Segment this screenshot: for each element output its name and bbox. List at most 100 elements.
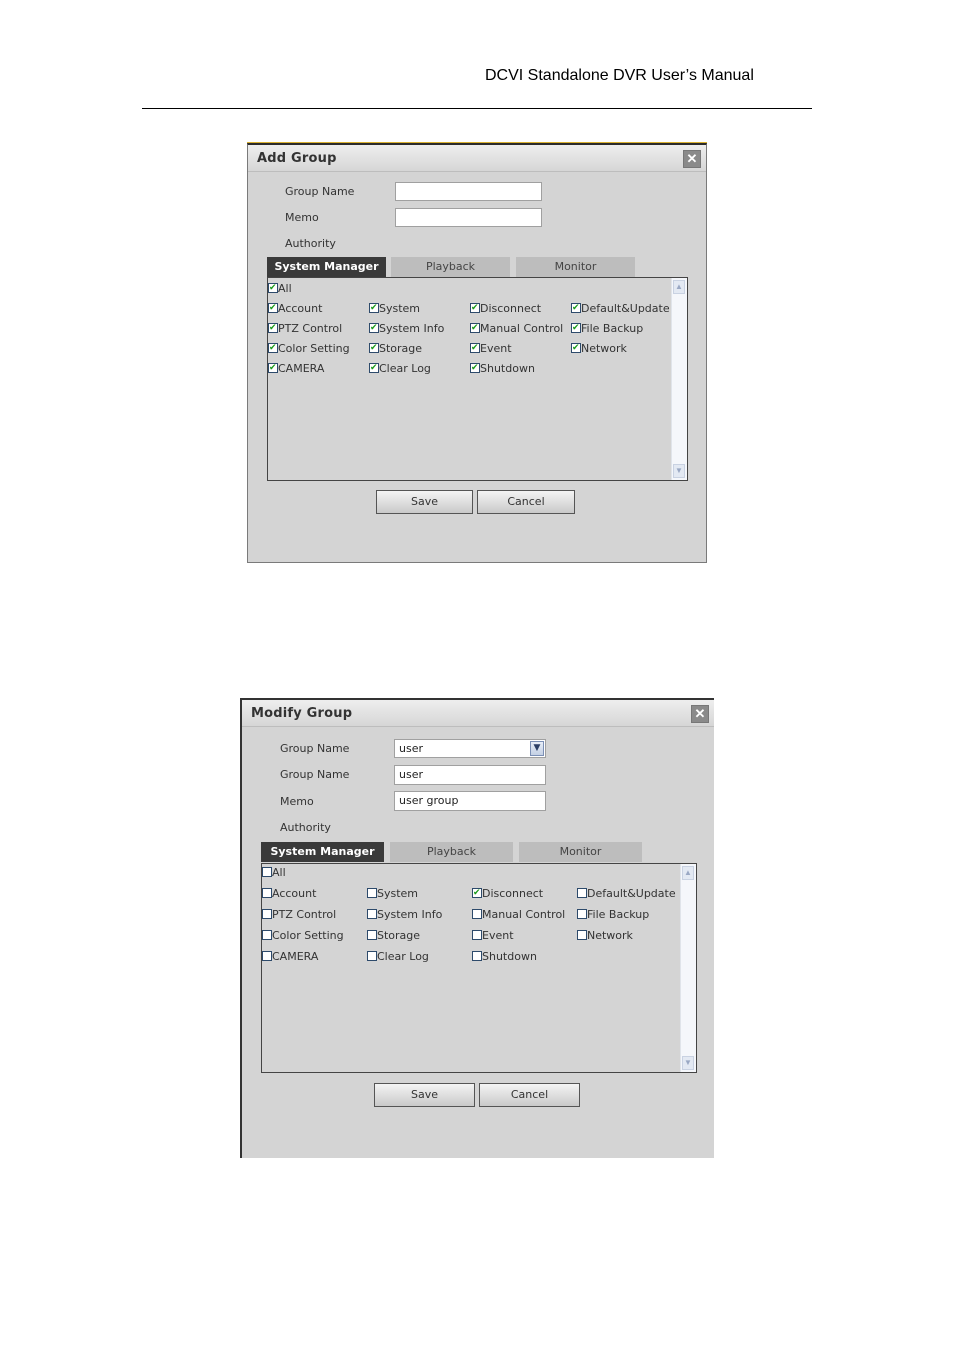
checkbox-unchecked-icon[interactable] bbox=[262, 930, 272, 940]
checkbox-checked-icon[interactable] bbox=[268, 341, 278, 355]
checkbox-shutdown[interactable]: Shutdown bbox=[470, 361, 535, 376]
checkbox-checked-icon[interactable] bbox=[470, 321, 480, 335]
scroll-down-icon[interactable]: ▼ bbox=[682, 1056, 694, 1070]
dialog-titlebar: Modify Group ✕ bbox=[242, 700, 714, 727]
checkbox-unchecked-icon[interactable] bbox=[262, 888, 272, 898]
checkbox-default-update[interactable]: Default&Update bbox=[577, 887, 676, 901]
checkbox-label: Shutdown bbox=[480, 362, 535, 375]
header-divider bbox=[142, 108, 812, 109]
checkbox-checked-icon[interactable] bbox=[268, 281, 278, 295]
tab-monitor[interactable]: Monitor bbox=[516, 257, 635, 277]
tab-monitor[interactable]: Monitor bbox=[519, 842, 642, 862]
checkbox-checked-icon[interactable] bbox=[470, 341, 480, 355]
dialog-top-accent bbox=[247, 142, 707, 143]
checkbox-clear-log[interactable]: Clear Log bbox=[369, 361, 431, 376]
checkbox-label: Disconnect bbox=[482, 887, 544, 900]
checkbox-checked-icon[interactable] bbox=[470, 361, 480, 375]
checkbox-unchecked-icon[interactable] bbox=[367, 909, 377, 919]
checkbox-unchecked-icon[interactable] bbox=[262, 951, 272, 961]
checkbox-checked-icon[interactable] bbox=[470, 301, 480, 315]
checkbox-unchecked-icon[interactable] bbox=[367, 951, 377, 961]
scroll-down-icon[interactable]: ▼ bbox=[673, 464, 685, 478]
scrollbar[interactable]: ▲ ▼ bbox=[680, 864, 696, 1072]
checkbox-system[interactable]: System bbox=[369, 301, 421, 316]
checkbox-ptz-control[interactable]: PTZ Control bbox=[268, 321, 342, 336]
checkbox-all[interactable]: All bbox=[268, 281, 292, 296]
checkbox-shutdown[interactable]: Shutdown bbox=[472, 950, 537, 964]
scroll-up-icon[interactable]: ▲ bbox=[682, 866, 694, 880]
checkbox-checked-icon[interactable] bbox=[472, 886, 482, 900]
checkbox-camera[interactable]: CAMERA bbox=[262, 950, 318, 964]
checkbox-checked-icon[interactable] bbox=[268, 301, 278, 315]
checkbox-network[interactable]: Network bbox=[571, 341, 627, 356]
checkbox-file-backup[interactable]: File Backup bbox=[571, 321, 644, 336]
cancel-button[interactable]: Cancel bbox=[479, 1083, 580, 1107]
checkbox-checked-icon[interactable] bbox=[369, 361, 379, 375]
checkbox-disconnect[interactable]: Disconnect bbox=[472, 886, 544, 901]
checkbox-system-info[interactable]: System Info bbox=[367, 908, 442, 922]
checkbox-checked-icon[interactable] bbox=[571, 301, 581, 315]
checkbox-event[interactable]: Event bbox=[470, 341, 512, 356]
checkbox-label: Manual Control bbox=[480, 322, 564, 335]
group-select-dropdown[interactable]: user ▼ bbox=[394, 739, 546, 758]
checkbox-ptz-control[interactable]: PTZ Control bbox=[262, 908, 336, 922]
checkbox-color-setting[interactable]: Color Setting bbox=[262, 929, 344, 943]
checkbox-manual-control[interactable]: Manual Control bbox=[470, 321, 564, 336]
checkbox-unchecked-icon[interactable] bbox=[367, 930, 377, 940]
group-name-input[interactable] bbox=[395, 182, 542, 201]
checkbox-default-update[interactable]: Default&Update bbox=[571, 301, 670, 316]
checkbox-checked-icon[interactable] bbox=[571, 321, 581, 335]
save-button[interactable]: Save bbox=[374, 1083, 475, 1107]
checkbox-label: Default&Update bbox=[587, 887, 676, 900]
checkbox-system-info[interactable]: System Info bbox=[369, 321, 444, 336]
checkbox-checked-icon[interactable] bbox=[268, 321, 278, 335]
checkbox-all[interactable]: All bbox=[262, 866, 286, 880]
checkbox-unchecked-icon[interactable] bbox=[577, 909, 587, 919]
checkbox-checked-icon[interactable] bbox=[369, 301, 379, 315]
checkbox-account[interactable]: Account bbox=[268, 301, 322, 316]
checkbox-unchecked-icon[interactable] bbox=[367, 888, 377, 898]
checkbox-storage[interactable]: Storage bbox=[369, 341, 422, 356]
checkbox-unchecked-icon[interactable] bbox=[577, 888, 587, 898]
checkbox-checked-icon[interactable] bbox=[268, 361, 278, 375]
checkbox-file-backup[interactable]: File Backup bbox=[577, 908, 649, 922]
checkbox-unchecked-icon[interactable] bbox=[577, 930, 587, 940]
checkbox-label: File Backup bbox=[581, 322, 644, 335]
cancel-button[interactable]: Cancel bbox=[477, 490, 575, 514]
scrollbar[interactable]: ▲ ▼ bbox=[671, 278, 687, 480]
checkbox-unchecked-icon[interactable] bbox=[472, 930, 482, 940]
checkbox-label: Default&Update bbox=[581, 302, 670, 315]
checkbox-system[interactable]: System bbox=[367, 887, 418, 901]
tab-playback[interactable]: Playback bbox=[390, 842, 513, 862]
scroll-up-icon[interactable]: ▲ bbox=[673, 280, 685, 294]
checkbox-unchecked-icon[interactable] bbox=[472, 909, 482, 919]
checkbox-checked-icon[interactable] bbox=[571, 341, 581, 355]
checkbox-clear-log[interactable]: Clear Log bbox=[367, 950, 429, 964]
tab-system-manager[interactable]: System Manager bbox=[261, 842, 384, 862]
dialog-title: Modify Group bbox=[251, 706, 353, 721]
checkbox-checked-icon[interactable] bbox=[369, 341, 379, 355]
checkbox-manual-control[interactable]: Manual Control bbox=[472, 908, 565, 922]
checkbox-unchecked-icon[interactable] bbox=[262, 909, 272, 919]
close-icon[interactable]: ✕ bbox=[683, 150, 701, 168]
checkbox-account[interactable]: Account bbox=[262, 887, 316, 901]
group-name-input[interactable]: user bbox=[394, 765, 546, 785]
close-icon[interactable]: ✕ bbox=[691, 705, 709, 723]
memo-input[interactable]: user group bbox=[394, 791, 546, 811]
checkbox-camera[interactable]: CAMERA bbox=[268, 361, 324, 376]
checkbox-label: Account bbox=[272, 887, 317, 900]
checkbox-network[interactable]: Network bbox=[577, 929, 633, 943]
checkbox-event[interactable]: Event bbox=[472, 929, 514, 943]
checkbox-unchecked-icon[interactable] bbox=[472, 951, 482, 961]
checkbox-disconnect[interactable]: Disconnect bbox=[470, 301, 541, 316]
memo-input[interactable] bbox=[395, 208, 542, 227]
checkbox-storage[interactable]: Storage bbox=[367, 929, 420, 943]
checkbox-checked-icon[interactable] bbox=[369, 321, 379, 335]
checkbox-label: System bbox=[379, 302, 421, 315]
tab-system-manager[interactable]: System Manager bbox=[267, 257, 386, 277]
tab-playback[interactable]: Playback bbox=[391, 257, 510, 277]
checkbox-unchecked-icon[interactable] bbox=[262, 867, 272, 877]
save-button[interactable]: Save bbox=[376, 490, 473, 514]
chevron-down-icon[interactable]: ▼ bbox=[530, 741, 544, 756]
checkbox-color-setting[interactable]: Color Setting bbox=[268, 341, 350, 356]
